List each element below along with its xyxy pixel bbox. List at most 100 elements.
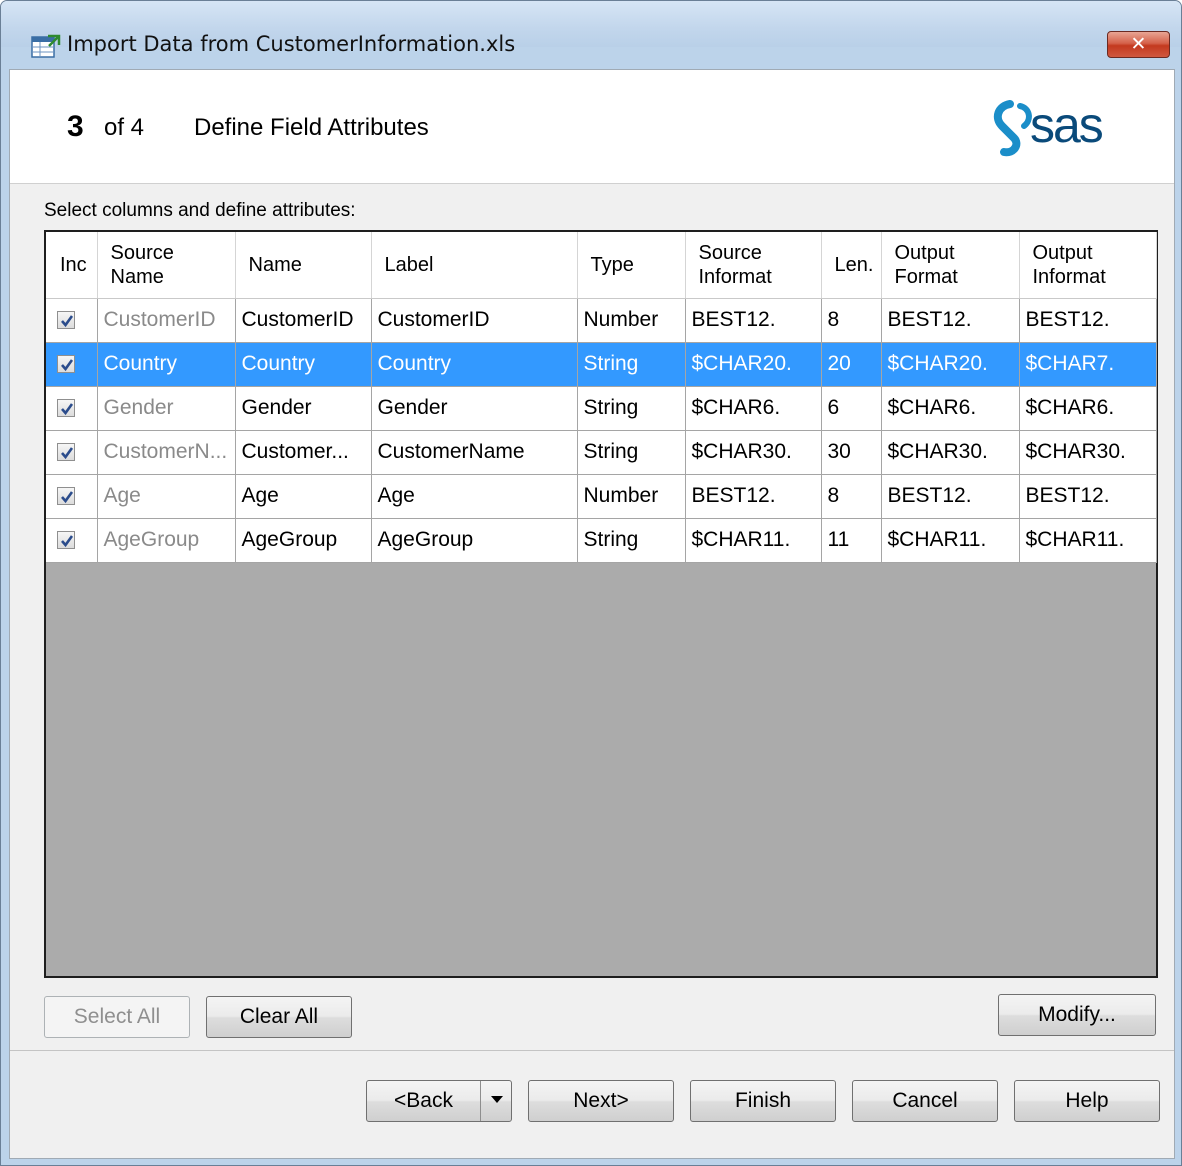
- label-cell[interactable]: CustomerName: [371, 430, 578, 475]
- help-button[interactable]: Help: [1014, 1080, 1160, 1122]
- output-informat-cell[interactable]: BEST12.: [1019, 474, 1157, 519]
- footer-divider: [10, 1050, 1174, 1051]
- type-cell[interactable]: Number: [577, 474, 686, 519]
- checkmark-icon: [61, 359, 74, 372]
- len-cell[interactable]: 8: [821, 474, 882, 519]
- type-cell[interactable]: String: [577, 386, 686, 431]
- column-header-source-informat[interactable]: Source Informat: [685, 232, 822, 299]
- source-name-cell: Age: [97, 474, 236, 519]
- column-header-output-format[interactable]: Output Format: [881, 232, 1020, 299]
- output-format-cell[interactable]: $CHAR30.: [881, 430, 1020, 475]
- import-data-window: Import Data from CustomerInformation.xls…: [0, 0, 1182, 1166]
- type-cell[interactable]: String: [577, 518, 686, 563]
- window-title: Import Data from CustomerInformation.xls: [67, 32, 516, 56]
- column-header-name[interactable]: Name: [235, 232, 372, 299]
- import-data-icon: [31, 34, 61, 58]
- next-button[interactable]: Next>: [528, 1080, 674, 1122]
- wizard-header: 3 of 4 Define Field Attributes sas: [10, 70, 1174, 184]
- include-cell: [46, 342, 98, 387]
- table-header-row: Inc Source Name Name Label Type Source I…: [46, 232, 1157, 299]
- include-checkbox[interactable]: [57, 399, 75, 418]
- checkmark-icon: [61, 315, 74, 328]
- output-format-cell[interactable]: $CHAR6.: [881, 386, 1020, 431]
- table-row[interactable]: Age Age Age Number BEST12. 8 BEST12. BEST12.: [46, 474, 1157, 519]
- include-cell: [46, 474, 98, 519]
- cancel-button[interactable]: Cancel: [852, 1080, 998, 1122]
- len-cell[interactable]: 11: [821, 518, 882, 563]
- field-attributes-grid[interactable]: Inc Source Name Name Label Type Source I…: [44, 230, 1158, 978]
- name-cell[interactable]: Customer...: [235, 430, 372, 475]
- back-dropdown-divider: [480, 1081, 481, 1121]
- source-informat-cell[interactable]: BEST12.: [685, 474, 822, 519]
- checkmark-icon: [61, 403, 74, 416]
- source-name-cell: CustomerN...: [97, 430, 236, 475]
- label-cell[interactable]: AgeGroup: [371, 518, 578, 563]
- output-informat-cell[interactable]: $CHAR6.: [1019, 386, 1157, 431]
- source-informat-cell[interactable]: $CHAR11.: [685, 518, 822, 563]
- table-row[interactable]: AgeGroup AgeGroup AgeGroup String $CHAR11. 11…: [46, 518, 1157, 563]
- checkmark-icon: [61, 447, 74, 460]
- output-format-cell[interactable]: BEST12.: [881, 474, 1020, 519]
- include-checkbox[interactable]: [57, 531, 75, 550]
- instructions-label: Select columns and define attributes:: [44, 200, 356, 221]
- dialog-client-area: 3 of 4 Define Field Attributes sas Selec…: [9, 69, 1175, 1159]
- attributes-table: Inc Source Name Name Label Type Source I…: [46, 232, 1157, 563]
- finish-button[interactable]: Finish: [690, 1080, 836, 1122]
- table-row[interactable]: Gender Gender Gender String $CHAR6. 6 $CHAR6. $…: [46, 386, 1157, 431]
- label-cell[interactable]: Age: [371, 474, 578, 519]
- source-informat-cell[interactable]: $CHAR30.: [685, 430, 822, 475]
- name-cell[interactable]: AgeGroup: [235, 518, 372, 563]
- len-cell[interactable]: 30: [821, 430, 882, 475]
- table-row[interactable]: Country Country Country String $CHAR20. 20 $CH…: [46, 342, 1157, 387]
- select-all-button[interactable]: Select All: [44, 996, 190, 1038]
- name-cell[interactable]: Country: [235, 342, 372, 387]
- column-header-source-name[interactable]: Source Name: [97, 232, 236, 299]
- include-checkbox[interactable]: [57, 487, 75, 506]
- len-cell[interactable]: 20: [821, 342, 882, 387]
- column-header-len[interactable]: Len.: [821, 232, 882, 299]
- include-checkbox[interactable]: [57, 355, 75, 374]
- column-header-inc[interactable]: Inc: [46, 232, 98, 299]
- source-informat-cell[interactable]: $CHAR6.: [685, 386, 822, 431]
- len-cell[interactable]: 8: [821, 298, 882, 343]
- source-informat-cell[interactable]: $CHAR20.: [685, 342, 822, 387]
- type-cell[interactable]: String: [577, 342, 686, 387]
- column-header-label[interactable]: Label: [371, 232, 578, 299]
- output-format-cell[interactable]: $CHAR20.: [881, 342, 1020, 387]
- output-informat-cell[interactable]: $CHAR11.: [1019, 518, 1157, 563]
- label-cell[interactable]: CustomerID: [371, 298, 578, 343]
- clear-all-button[interactable]: Clear All: [206, 996, 352, 1038]
- output-format-cell[interactable]: BEST12.: [881, 298, 1020, 343]
- close-button[interactable]: ✕: [1107, 31, 1170, 58]
- source-informat-cell[interactable]: BEST12.: [685, 298, 822, 343]
- modify-button[interactable]: Modify...: [998, 994, 1156, 1036]
- source-name-cell: CustomerID: [97, 298, 236, 343]
- back-button[interactable]: <Back: [366, 1080, 512, 1122]
- type-cell[interactable]: Number: [577, 298, 686, 343]
- label-cell[interactable]: Gender: [371, 386, 578, 431]
- output-informat-cell[interactable]: BEST12.: [1019, 298, 1157, 343]
- step-of-total: of 4: [104, 114, 145, 141]
- column-header-output-informat[interactable]: Output Informat: [1019, 232, 1157, 299]
- type-cell[interactable]: String: [577, 430, 686, 475]
- sas-logo-text: sas: [1030, 98, 1103, 153]
- table-row[interactable]: CustomerID CustomerID CustomerID Number BEST…: [46, 298, 1157, 343]
- source-name-cell: Country: [97, 342, 236, 387]
- name-cell[interactable]: Gender: [235, 386, 372, 431]
- table-row[interactable]: CustomerN... Customer... CustomerName Strin…: [46, 430, 1157, 475]
- output-format-cell[interactable]: $CHAR11.: [881, 518, 1020, 563]
- output-informat-cell[interactable]: $CHAR30.: [1019, 430, 1157, 475]
- include-cell: [46, 386, 98, 431]
- checkmark-icon: [61, 491, 74, 504]
- len-cell[interactable]: 6: [821, 386, 882, 431]
- sas-logo: sas: [993, 98, 1105, 157]
- output-informat-cell[interactable]: $CHAR7.: [1019, 342, 1157, 387]
- include-checkbox[interactable]: [57, 311, 75, 330]
- column-header-type[interactable]: Type: [577, 232, 686, 299]
- include-checkbox[interactable]: [57, 443, 75, 462]
- label-cell[interactable]: Country: [371, 342, 578, 387]
- chevron-down-icon[interactable]: [491, 1096, 503, 1104]
- name-cell[interactable]: CustomerID: [235, 298, 372, 343]
- source-name-cell: AgeGroup: [97, 518, 236, 563]
- name-cell[interactable]: Age: [235, 474, 372, 519]
